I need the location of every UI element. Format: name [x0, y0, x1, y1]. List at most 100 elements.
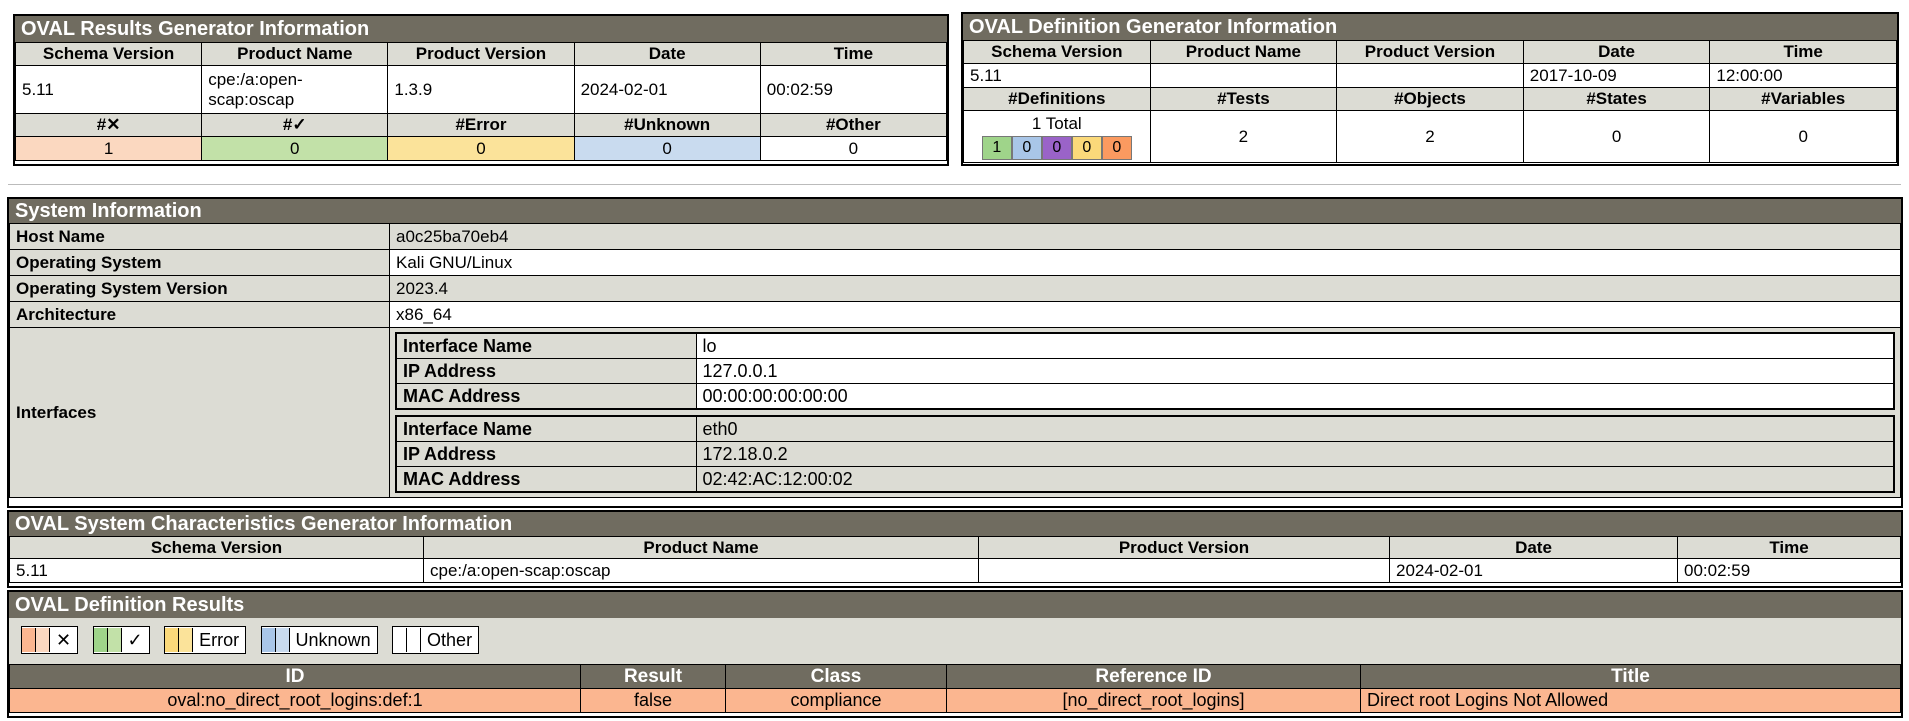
count-pass: 0: [201, 136, 389, 161]
header-count-error: #Error: [387, 113, 575, 137]
results-generator-title: OVAL Results Generator Information: [15, 16, 947, 42]
legend: ✕ ✓ Error Unknown Other: [9, 618, 1901, 664]
sc-value-schema-version: 5.11: [9, 558, 424, 583]
breakdown-unknown: 0: [1011, 135, 1042, 160]
header-count-pass: #✓: [201, 113, 389, 137]
reference-id-link[interactable]: [no_direct_root_logins]: [1062, 690, 1244, 710]
def-header-schema-version: Schema Version: [963, 40, 1151, 64]
definition-results-title: OVAL Definition Results: [9, 592, 1901, 618]
count-fail: 1: [14, 136, 203, 161]
host-name-label: Host Name: [9, 223, 390, 250]
header-schema-version: Schema Version: [14, 42, 203, 66]
value-date: 2024-02-01: [573, 65, 761, 114]
header-states: #States: [1522, 87, 1711, 111]
sc-value-time: 00:02:59: [1677, 558, 1901, 583]
header-variables: #Variables: [1709, 87, 1897, 111]
system-info-panel: System Information Host Name a0c25ba70eb…: [7, 197, 1903, 508]
results-generator-panel: OVAL Results Generator Information Schem…: [13, 14, 949, 166]
architecture-label: Architecture: [9, 301, 390, 328]
definition-generator-panel: OVAL Definition Generator Information Sc…: [961, 12, 1899, 166]
result-id: oval:no_direct_root_logins:def:1: [9, 688, 581, 713]
sc-header-schema-version: Schema Version: [9, 536, 424, 559]
divider: [8, 184, 1901, 185]
sc-value-date: 2024-02-01: [1389, 558, 1678, 583]
legend-other: Other: [392, 626, 480, 654]
ip-address-value: 172.18.0.2: [695, 441, 1895, 467]
def-value-schema-version: 5.11: [963, 63, 1151, 88]
count-states: 0: [1522, 110, 1711, 163]
interface-table-eth0: Interface Name eth0 IP Address 172.18.0.…: [395, 415, 1895, 493]
host-name-value: a0c25ba70eb4: [389, 223, 1901, 250]
count-variables: 0: [1709, 110, 1897, 163]
results-header-reference-id: Reference ID: [946, 664, 1361, 689]
definition-generator-title: OVAL Definition Generator Information: [963, 14, 1897, 40]
result-reference-id[interactable]: [no_direct_root_logins]: [946, 688, 1361, 713]
os-version-label: Operating System Version: [9, 275, 390, 302]
def-value-product-version: [1336, 63, 1524, 88]
result-title: Direct root Logins Not Allowed: [1360, 688, 1901, 713]
def-value-date: 2017-10-09: [1522, 63, 1711, 88]
os-label: Operating System: [9, 249, 390, 276]
interfaces-container: Interface Name lo IP Address 127.0.0.1 M…: [389, 327, 1901, 498]
header-count-other: #Other: [759, 113, 948, 137]
sc-value-product-name: cpe:/a:open-scap:oscap: [423, 558, 979, 583]
mac-address-label: MAC Address: [395, 466, 697, 493]
mac-address-value: 02:42:AC:12:00:02: [695, 466, 1895, 493]
interface-table-lo: Interface Name lo IP Address 127.0.0.1 M…: [395, 332, 1895, 410]
sc-generator-title: OVAL System Characteristics Generator In…: [9, 512, 1901, 536]
definitions-breakdown: 10000: [968, 135, 1146, 160]
header-product-version: Product Version: [387, 42, 575, 66]
result-value: false: [580, 688, 726, 713]
header-count-unknown: #Unknown: [573, 113, 761, 137]
interfaces-label: Interfaces: [9, 327, 390, 498]
sc-header-product-version: Product Version: [978, 536, 1390, 559]
breakdown-fail: 0: [1101, 135, 1132, 160]
os-version-value: 2023.4: [389, 275, 1901, 302]
count-unknown: 0: [573, 136, 761, 161]
system-info-title: System Information: [9, 199, 1901, 223]
def-header-product-name: Product Name: [1149, 40, 1338, 64]
definitions-total-label: 1 Total: [1031, 113, 1082, 133]
interface-name-label: Interface Name: [395, 332, 697, 359]
mac-address-label: MAC Address: [395, 383, 697, 410]
header-objects: #Objects: [1336, 87, 1524, 111]
results-header-title: Title: [1360, 664, 1901, 689]
interface-name-value: lo: [695, 332, 1895, 359]
ip-address-value: 127.0.0.1: [695, 358, 1895, 384]
breakdown-pass: 1: [981, 135, 1012, 160]
definition-results-panel: OVAL Definition Results ✕ ✓ Error Unknow…: [7, 590, 1903, 718]
header-time: Time: [759, 42, 948, 66]
def-value-time: 12:00:00: [1709, 63, 1897, 88]
sc-header-product-name: Product Name: [423, 536, 979, 559]
breakdown-error: 0: [1071, 135, 1102, 160]
result-class: compliance: [725, 688, 947, 713]
architecture-value: x86_64: [389, 301, 1901, 328]
header-date: Date: [573, 42, 761, 66]
sc-header-date: Date: [1389, 536, 1678, 559]
interface-name-label: Interface Name: [395, 415, 697, 442]
header-product-name: Product Name: [201, 42, 389, 66]
count-tests: 2: [1149, 110, 1338, 163]
os-value: Kali GNU/Linux: [389, 249, 1901, 276]
interface-name-value: eth0: [695, 415, 1895, 442]
value-schema-version: 5.11: [14, 65, 203, 114]
header-definitions: #Definitions: [963, 87, 1151, 111]
value-product-version: 1.3.9: [387, 65, 575, 114]
results-header-result: Result: [580, 664, 726, 689]
def-value-product-name: [1149, 63, 1338, 88]
legend-error: Error: [164, 626, 247, 654]
count-objects: 2: [1336, 110, 1524, 163]
sc-generator-panel: OVAL System Characteristics Generator In…: [7, 510, 1903, 588]
definitions-total-cell: 1 Total 10000: [963, 110, 1151, 163]
def-header-product-version: Product Version: [1336, 40, 1524, 64]
sc-value-product-version: [978, 558, 1390, 583]
value-product-name: cpe:/a:open-scap:oscap: [201, 65, 389, 114]
value-time: 00:02:59: [759, 65, 948, 114]
ip-address-label: IP Address: [395, 358, 697, 384]
table-row: oval:no_direct_root_logins:def:1 false c…: [9, 688, 1901, 713]
legend-fail: ✕: [21, 626, 79, 654]
legend-pass: ✓: [92, 626, 150, 654]
count-other: 0: [759, 136, 948, 161]
count-error: 0: [387, 136, 575, 161]
sc-header-time: Time: [1677, 536, 1901, 559]
